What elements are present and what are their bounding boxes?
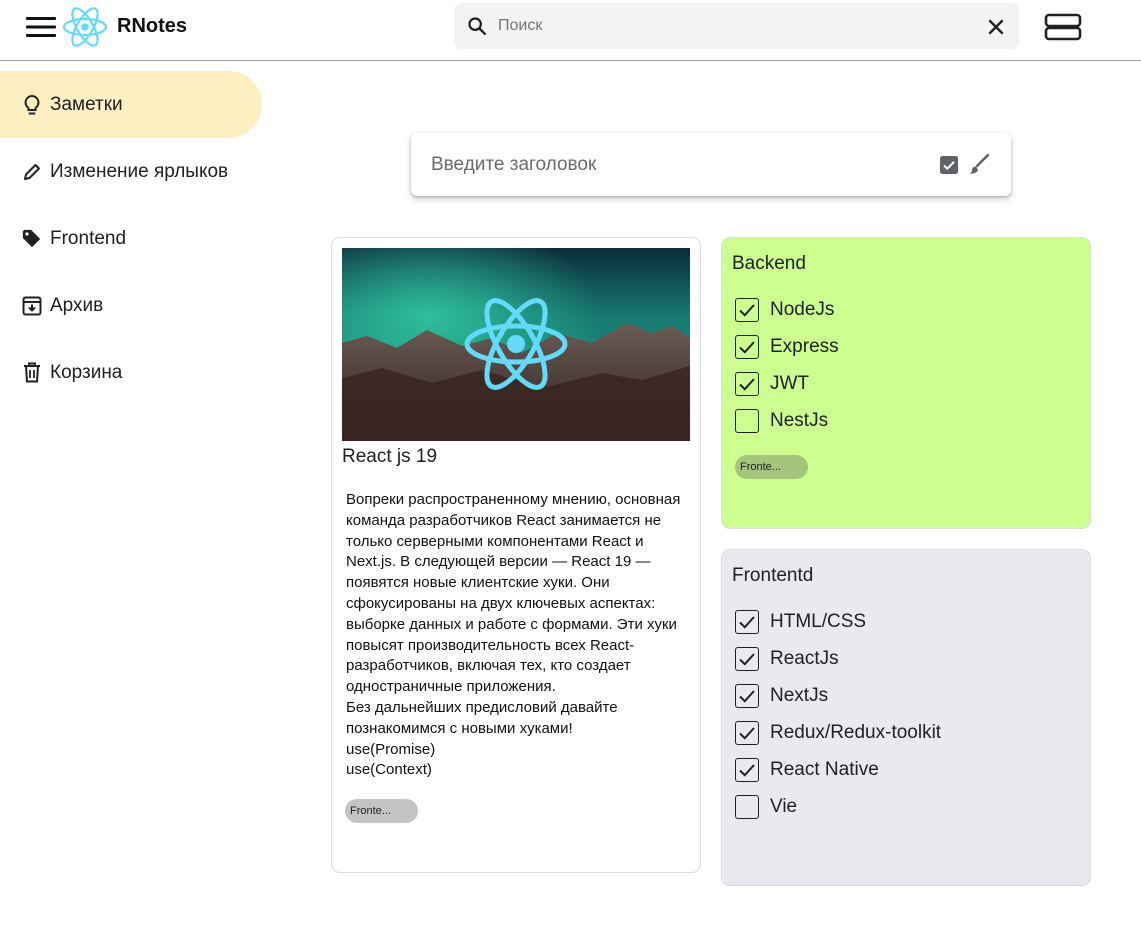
checkbox-checked-icon[interactable] bbox=[735, 721, 759, 745]
todo-label: NestJs bbox=[770, 410, 829, 431]
checkbox-checked-icon[interactable] bbox=[735, 298, 759, 322]
sidebar-item-label: Изменение ярлыков bbox=[50, 160, 229, 182]
react-logo-icon bbox=[62, 6, 108, 48]
trash-icon bbox=[22, 362, 42, 384]
todo-item[interactable]: NextJs bbox=[735, 681, 828, 711]
todo-item[interactable]: Redux/Redux-toolkit bbox=[735, 718, 941, 748]
checkbox-empty-icon[interactable] bbox=[735, 795, 759, 819]
todo-item[interactable]: ReactJs bbox=[735, 644, 839, 674]
sidebar-item-notes[interactable]: Заметки bbox=[0, 71, 262, 138]
todo-label: ReactJs bbox=[770, 648, 839, 669]
top-bar: RNotes bbox=[0, 0, 1141, 61]
todo-label: JWT bbox=[770, 373, 810, 394]
checkbox-empty-icon[interactable] bbox=[735, 409, 759, 433]
list-view-icon[interactable] bbox=[1040, 10, 1086, 44]
sidebar-item-archive[interactable]: Архив bbox=[0, 272, 262, 339]
note-title: React js 19 bbox=[342, 446, 438, 467]
sidebar-item-label: Frontend bbox=[50, 227, 127, 249]
checkbox-checked-icon[interactable] bbox=[735, 372, 759, 396]
app-title: RNotes bbox=[117, 15, 188, 37]
todo-item[interactable]: NodeJs bbox=[735, 295, 834, 325]
note-image bbox=[342, 248, 690, 441]
note-card[interactable]: Frontentd HTML/CSS ReactJs NextJs Redux/Red… bbox=[721, 549, 1091, 886]
sidebar-item-trash[interactable]: Корзина bbox=[0, 339, 262, 406]
checkbox-checked-icon[interactable] bbox=[735, 758, 759, 782]
sidebar-item-frontend[interactable]: Frontend bbox=[0, 205, 262, 272]
note-title: Backend bbox=[732, 253, 806, 274]
todo-item[interactable]: NestJs bbox=[735, 406, 828, 436]
lightbulb-icon bbox=[22, 94, 42, 116]
todo-item[interactable]: React Native bbox=[735, 755, 879, 785]
sidebar-item-label: Заметки bbox=[50, 93, 123, 115]
main-menu-button[interactable] bbox=[22, 12, 60, 42]
checkbox-checked-icon[interactable] bbox=[735, 647, 759, 671]
todo-label: Redux/Redux-toolkit bbox=[770, 722, 942, 743]
brush-icon[interactable] bbox=[968, 153, 990, 175]
note-card[interactable]: Backend NodeJs Express JWT NestJs Fronte... bbox=[721, 237, 1091, 529]
checkbox-checked-icon[interactable] bbox=[735, 335, 759, 359]
note-title: Frontentd bbox=[732, 565, 814, 586]
checkbox-icon[interactable] bbox=[940, 156, 958, 174]
note-title-input[interactable] bbox=[431, 151, 911, 179]
todo-label: React Native bbox=[770, 759, 879, 780]
label-chip[interactable]: Fronte... bbox=[735, 455, 808, 479]
checkbox-checked-icon[interactable] bbox=[735, 684, 759, 708]
tag-icon bbox=[22, 228, 42, 250]
checkbox-checked-icon[interactable] bbox=[735, 610, 759, 634]
todo-label: NextJs bbox=[770, 685, 829, 706]
note-body: Вопреки распространенному мнению, основн… bbox=[346, 491, 681, 779]
todo-label: NodeJs bbox=[770, 299, 835, 320]
todo-label: Express bbox=[770, 336, 839, 357]
todo-item[interactable]: HTML/CSS bbox=[735, 607, 866, 637]
label-chip[interactable]: Fronte... bbox=[345, 799, 418, 823]
todo-label: Vie bbox=[770, 796, 798, 817]
archive-icon bbox=[22, 295, 42, 317]
hamburger-menu-icon bbox=[26, 17, 56, 37]
pencil-icon bbox=[22, 161, 42, 183]
sidebar-item-label: Архив bbox=[50, 294, 104, 316]
todo-item[interactable]: Vie bbox=[735, 792, 797, 822]
close-icon[interactable] bbox=[984, 15, 1008, 39]
search-bar bbox=[454, 3, 1019, 49]
note-card[interactable]: React js 19 Вопреки распространенному мн… bbox=[331, 237, 701, 873]
todo-item[interactable]: Express bbox=[735, 332, 839, 362]
todo-item[interactable]: JWT bbox=[735, 369, 809, 399]
sidebar-item-edit-labels[interactable]: Изменение ярлыков bbox=[0, 138, 262, 205]
sidebar: Заметки Изменение ярлыков Frontend Архив bbox=[0, 71, 262, 406]
search-input[interactable] bbox=[498, 11, 968, 41]
search-icon[interactable] bbox=[466, 15, 488, 37]
todo-label: HTML/CSS bbox=[770, 611, 867, 632]
sidebar-item-label: Корзина bbox=[50, 361, 123, 383]
note-composer bbox=[411, 133, 1011, 196]
